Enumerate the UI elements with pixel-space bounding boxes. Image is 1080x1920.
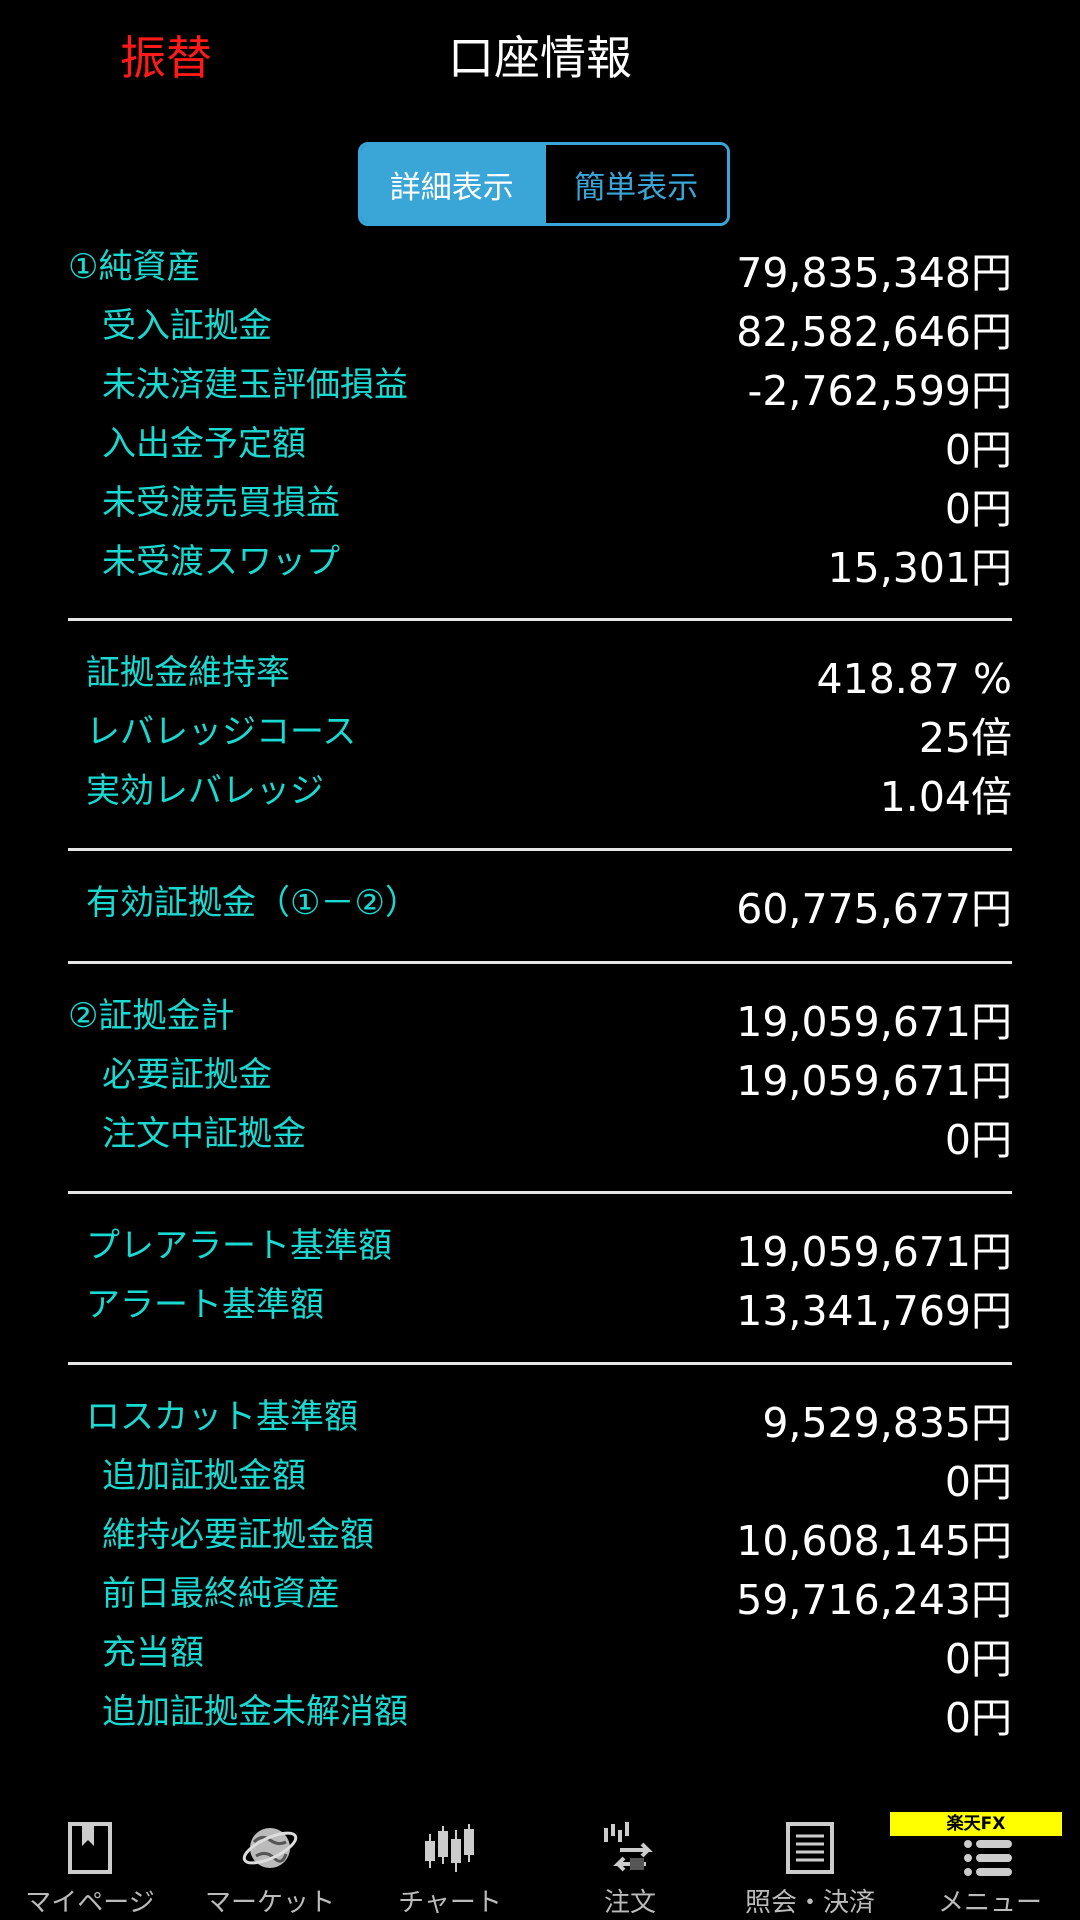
nav-label: マーケット: [204, 1888, 335, 1918]
nav-label: チャート: [398, 1888, 502, 1918]
row-unsettled-trade-pl: 未受渡売買損益 0円: [0, 478, 1080, 536]
nav-label: 注文: [603, 1888, 656, 1918]
row-value: 9,529,835円: [762, 1399, 1012, 1447]
row-value: 418.87 %: [816, 655, 1012, 703]
nav-label: メニュー: [937, 1888, 1042, 1918]
nav-label: マイページ: [25, 1888, 155, 1918]
row-scheduled-transfers: 入出金予定額 0円: [0, 419, 1080, 477]
row-margin-ratio: 証拠金維持率 418.87 %: [0, 648, 1080, 706]
row-value: 0円: [944, 485, 1012, 533]
row-value: 19,059,671円: [736, 1057, 1012, 1105]
row-label: 注文中証拠金: [102, 1114, 306, 1154]
row-value: 0円: [944, 1458, 1012, 1506]
row-label: 未決済建玉評価損益: [102, 365, 408, 405]
row-allocated-amount: 充当額 0円: [0, 1628, 1080, 1686]
row-deposited-margin: 受入証拠金 82,582,646円: [0, 301, 1080, 359]
row-value: 19,059,671円: [736, 998, 1012, 1046]
section-divider: [68, 618, 1012, 621]
row-value: 10,608,145円: [736, 1517, 1012, 1565]
row-value: 25倍: [918, 714, 1012, 762]
menu-icon: [964, 1840, 1012, 1876]
row-label: アラート基準額: [86, 1285, 324, 1325]
row-label: レバレッジコース: [86, 712, 357, 752]
row-label: 追加証拠金未解消額: [102, 1692, 408, 1732]
row-maintenance-margin: 維持必要証拠金額 10,608,145円: [0, 1510, 1080, 1568]
row-value: 0円: [944, 426, 1012, 474]
section-divider: [68, 1191, 1012, 1194]
nav-market[interactable]: マーケット: [180, 1800, 360, 1920]
row-label: 必要証拠金: [102, 1055, 272, 1095]
detail-view-tab[interactable]: 詳細表示: [361, 145, 543, 223]
row-label: ①純資産: [68, 247, 201, 287]
row-order-margin: 注文中証拠金 0円: [0, 1109, 1080, 1167]
row-label: 有効証拠金（①－②）: [86, 883, 419, 923]
row-value: 15,301円: [827, 544, 1012, 592]
nav-inquiry-settlement[interactable]: 照会・決済: [720, 1800, 900, 1920]
row-pre-alert-threshold: プレアラート基準額 19,059,671円: [0, 1221, 1080, 1279]
row-label: 受入証拠金: [102, 306, 272, 346]
row-label: 維持必要証拠金額: [102, 1515, 374, 1555]
row-label: 前日最終純資産: [102, 1574, 340, 1614]
simple-view-tab[interactable]: 簡単表示: [542, 145, 727, 223]
row-label: 未受渡売買損益: [102, 483, 340, 523]
row-required-margin: 必要証拠金 19,059,671円: [0, 1050, 1080, 1108]
row-label: 入出金予定額: [102, 424, 306, 464]
row-value: 13,341,769円: [736, 1287, 1012, 1335]
section-divider: [68, 1362, 1012, 1365]
row-unresolved-additional-margin: 追加証拠金未解消額 0円: [0, 1687, 1080, 1745]
brand-badge: 楽天FX: [890, 1812, 1062, 1836]
nav-order[interactable]: 注文: [540, 1800, 720, 1920]
row-total-margin: ②証拠金計 19,059,671円: [0, 991, 1080, 1049]
row-label: 充当額: [102, 1633, 204, 1673]
row-value: 60,775,677円: [736, 885, 1012, 933]
row-value: 0円: [944, 1635, 1012, 1683]
candlestick-icon: [425, 1824, 474, 1872]
row-value: 0円: [944, 1116, 1012, 1164]
row-value: 59,716,243円: [736, 1576, 1012, 1624]
row-label: 実効レバレッジ: [86, 771, 324, 811]
row-value: 0円: [944, 1694, 1012, 1742]
section-divider: [68, 848, 1012, 851]
row-value: 19,059,671円: [736, 1228, 1012, 1276]
row-label: 未受渡スワップ: [102, 542, 340, 582]
list-document-icon: [786, 1822, 834, 1874]
row-value: 82,582,646円: [736, 308, 1012, 356]
row-label: ロスカット基準額: [86, 1397, 358, 1437]
row-value: 79,835,348円: [736, 249, 1012, 297]
bookmark-page-icon: [68, 1822, 112, 1874]
row-net-assets: ①純資産 79,835,348円: [0, 242, 1080, 300]
order-icon: [604, 1822, 653, 1872]
row-unsettled-swap: 未受渡スワップ 15,301円: [0, 537, 1080, 595]
view-mode-toggle: 詳細表示 簡単表示: [358, 142, 730, 226]
row-unrealized-pl: 未決済建玉評価損益 -2,762,599円: [0, 360, 1080, 418]
row-alert-threshold: アラート基準額 13,341,769円: [0, 1280, 1080, 1338]
nav-chart[interactable]: チャート: [360, 1800, 540, 1920]
row-value: -2,762,599円: [747, 367, 1012, 415]
row-previous-day-net-assets: 前日最終純資産 59,716,243円: [0, 1569, 1080, 1627]
row-label: ②証拠金計: [68, 996, 235, 1036]
globe-icon: [242, 1828, 298, 1868]
row-effective-leverage: 実効レバレッジ 1.04倍: [0, 766, 1080, 824]
nav-label: 照会・決済: [744, 1888, 875, 1918]
header: 振替 口座情報: [0, 0, 1080, 115]
row-value: 1.04倍: [879, 773, 1012, 821]
row-leverage-course: レバレッジコース 25倍: [0, 707, 1080, 765]
section-divider: [68, 961, 1012, 964]
row-label: 証拠金維持率: [86, 653, 290, 693]
row-label: 追加証拠金額: [102, 1456, 306, 1496]
row-label: プレアラート基準額: [86, 1226, 392, 1266]
nav-my-page[interactable]: マイページ: [0, 1800, 180, 1920]
row-losscut-threshold: ロスカット基準額 9,529,835円: [0, 1392, 1080, 1450]
row-effective-margin: 有効証拠金（①－②） 60,775,677円: [0, 878, 1080, 936]
page-title: 口座情報: [448, 31, 632, 85]
row-additional-margin: 追加証拠金額 0円: [0, 1451, 1080, 1509]
